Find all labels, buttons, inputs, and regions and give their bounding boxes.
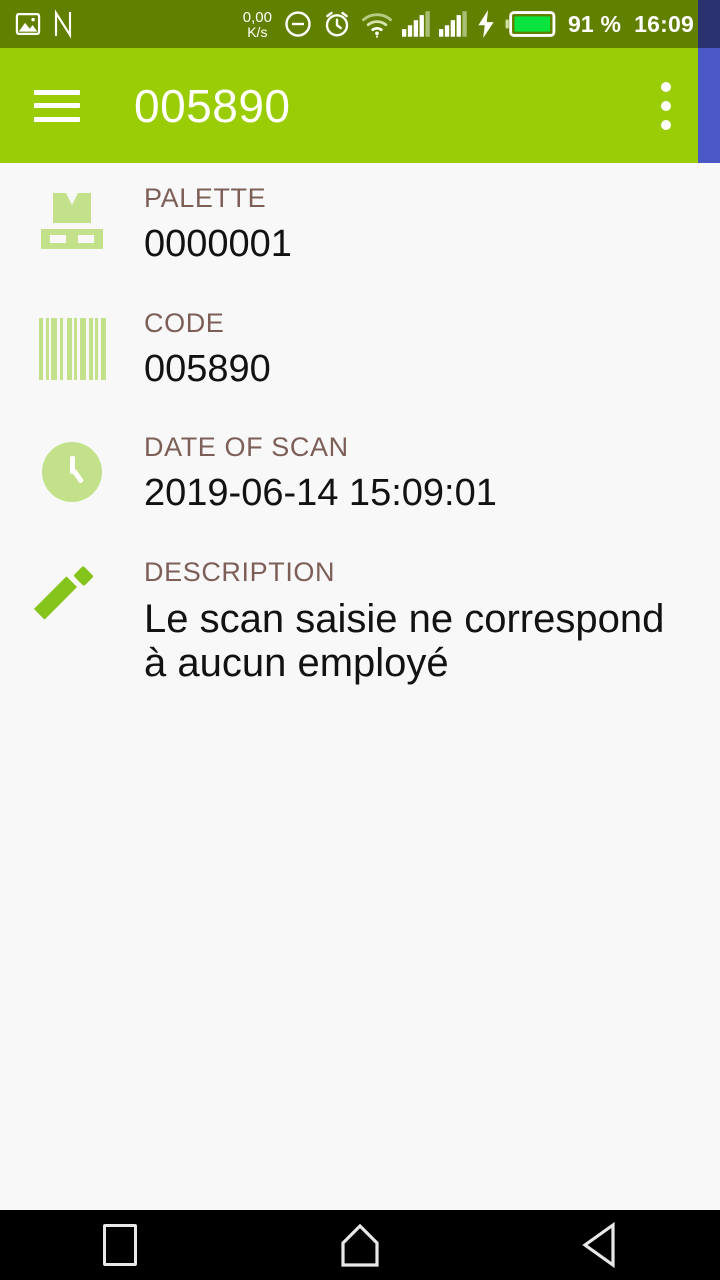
battery-percentage: 91 % — [567, 10, 622, 37]
home-pentagon-icon — [341, 1223, 379, 1267]
pallet-slot — [50, 235, 66, 243]
wifi-icon — [361, 13, 392, 38]
pencil-eraser — [73, 565, 94, 586]
pencil-icon — [33, 565, 100, 623]
screen-edge-strip-appbar — [698, 48, 720, 163]
field-text-cell: DESCRIPTION Le scan saisie ne correspond… — [144, 556, 696, 687]
status-bar-clock: 16:09 — [634, 10, 694, 37]
home-button[interactable] — [300, 1210, 420, 1280]
nfc-icon — [54, 9, 72, 39]
field-row-description: DESCRIPTION Le scan saisie ne correspond… — [0, 556, 720, 687]
field-label-description: DESCRIPTION — [144, 556, 336, 587]
network-speed-indicator: 0,00 K/s — [243, 10, 272, 39]
barcode-bar — [100, 317, 106, 380]
back-button[interactable] — [540, 1210, 660, 1280]
charging-bolt-icon — [478, 10, 494, 38]
recents-button[interactable] — [60, 1210, 180, 1280]
hamburger-line — [34, 89, 80, 95]
android-navigation-bar — [0, 1210, 720, 1280]
field-label-code: CODE — [144, 307, 225, 338]
battery-icon — [505, 11, 556, 37]
signal-bars-sim2-icon — [438, 11, 467, 37]
pencil-body — [33, 576, 78, 620]
image-icon — [15, 12, 41, 36]
status-bar: 0,00 K/s 91 % 16:09 — [0, 0, 720, 48]
field-label-palette: PALETTE — [144, 183, 267, 213]
page-title: 005890 — [134, 79, 291, 132]
alarm-clock-icon — [325, 11, 349, 37]
hamburger-menu-icon[interactable] — [34, 89, 80, 122]
screen-edge-strip-top — [698, 0, 720, 48]
hamburger-line — [34, 116, 80, 122]
field-text-cell: DATE OF SCAN 2019-06-14 15:09:01 — [144, 434, 696, 515]
overflow-dot — [661, 81, 671, 92]
detail-content: PALETTE 0000001 CODE 005890 DATE OF SCAN… — [0, 163, 720, 1210]
field-row-code: CODE 005890 — [0, 307, 720, 391]
back-triangle-icon — [582, 1222, 615, 1268]
phone-screen: 0,00 K/s 91 % 16:09 005890 PALETTE 00000… — [0, 0, 720, 1280]
field-row-date-of-scan: DATE OF SCAN 2019-06-14 15:09:01 — [0, 434, 720, 515]
overflow-dot — [661, 119, 671, 130]
field-label-date-of-scan: DATE OF SCAN — [144, 432, 349, 463]
barcode-icon — [38, 317, 106, 380]
signal-bars-sim1-icon — [401, 11, 430, 37]
overflow-dot — [661, 100, 671, 111]
field-text-cell: CODE 005890 — [144, 307, 696, 391]
field-row-palette: PALETTE 0000001 — [0, 185, 720, 266]
status-bar-right-icons: 0,00 K/s 91 % 16:09 — [243, 9, 708, 39]
do-not-disturb-icon — [285, 11, 311, 37]
hamburger-line — [34, 103, 80, 108]
app-bar: 005890 — [0, 48, 720, 163]
field-icon-cell — [0, 310, 144, 391]
field-value-description: Le scan saisie ne correspond à aucun emp… — [144, 596, 665, 686]
pallet-icon — [41, 193, 103, 251]
field-icon-cell — [0, 559, 144, 687]
pallet-slot — [78, 235, 94, 243]
recents-square-icon — [103, 1224, 137, 1266]
field-text-cell: PALETTE 0000001 — [144, 185, 696, 266]
more-vertical-icon[interactable] — [660, 81, 672, 130]
status-bar-left-icons — [14, 9, 74, 39]
field-value-code: 005890 — [144, 347, 271, 390]
field-value-palette: 0000001 — [144, 223, 292, 265]
clock-minute-hand — [71, 468, 85, 484]
network-speed-unit: K/s — [247, 23, 268, 40]
field-icon-cell — [0, 434, 144, 515]
network-speed-value: 0,00 — [242, 8, 272, 26]
field-icon-cell — [0, 185, 144, 266]
clock-icon — [42, 442, 102, 503]
field-value-date-of-scan: 2019-06-14 15:09:01 — [144, 472, 497, 515]
